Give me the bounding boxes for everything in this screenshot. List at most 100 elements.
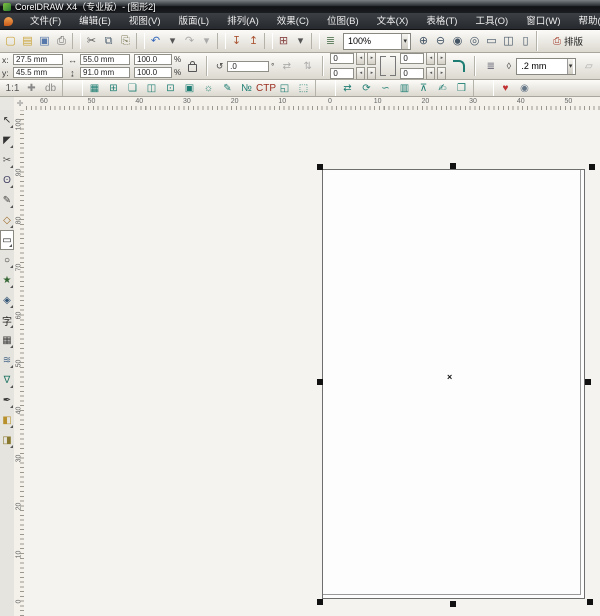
rotation-field[interactable]: .0 bbox=[227, 61, 269, 72]
redo-icon[interactable]: ↷ bbox=[181, 31, 198, 51]
align-icon[interactable]: ⊼ bbox=[414, 81, 433, 96]
launcher-dropdown-icon[interactable]: ▾ bbox=[292, 31, 309, 51]
pick-tool[interactable]: ↖ bbox=[0, 110, 14, 130]
numbering-icon[interactable]: № bbox=[237, 81, 256, 96]
spin-down-icon[interactable]: ▸ bbox=[367, 67, 376, 80]
sign-icon[interactable]: ✍ bbox=[433, 81, 452, 96]
ruler-origin-icon[interactable]: ✛ bbox=[14, 97, 26, 111]
spin-up-icon[interactable]: ◂ bbox=[356, 67, 365, 80]
mirror-vertical-button[interactable]: ⇅ bbox=[299, 58, 316, 75]
ellipse-tool[interactable]: ○ bbox=[0, 250, 14, 270]
page-rectangle[interactable] bbox=[322, 169, 585, 599]
rotate-icon[interactable]: ⟳ bbox=[357, 81, 376, 96]
fill-tool[interactable]: ◧ bbox=[0, 410, 14, 430]
smart-fill-tool[interactable]: ◇ bbox=[0, 210, 14, 230]
object-width-field[interactable]: 55.0 mm bbox=[80, 54, 130, 65]
export-icon[interactable]: ↥ bbox=[245, 31, 262, 51]
table-tool[interactable]: ▦ bbox=[0, 330, 14, 350]
redo-dropdown-icon[interactable]: ▾ bbox=[198, 31, 215, 51]
menu-item[interactable]: 文本(X) bbox=[368, 13, 418, 30]
chevron-down-icon[interactable]: ▾ bbox=[567, 59, 574, 74]
selection-handle-middle-right[interactable] bbox=[585, 379, 591, 385]
selection-handle-top-left[interactable] bbox=[317, 164, 323, 170]
panel-icon[interactable]: ▥ bbox=[395, 81, 414, 96]
batch-icon[interactable]: ⊡ bbox=[161, 81, 180, 96]
menu-item[interactable]: 版面(L) bbox=[169, 13, 218, 30]
split-page-icon[interactable]: ◫ bbox=[142, 81, 161, 96]
grid-maker-icon[interactable]: ▦ bbox=[85, 81, 104, 96]
new-document-icon[interactable]: ▢ bbox=[2, 31, 19, 51]
undo-dropdown-icon[interactable]: ▾ bbox=[164, 31, 181, 51]
mirror-pair-icon[interactable]: db bbox=[41, 81, 60, 96]
interactive-fill-tool[interactable]: ◨ bbox=[0, 430, 14, 450]
corner-radius-br-field[interactable]: 0 bbox=[400, 68, 424, 79]
selection-handle-top-center[interactable] bbox=[450, 163, 456, 169]
y-position-field[interactable]: 45.5 mm bbox=[13, 67, 63, 78]
paste-icon[interactable]: ⎘ bbox=[117, 31, 134, 51]
menu-item[interactable]: 排列(A) bbox=[218, 13, 268, 30]
welcome-screen-icon[interactable]: ≣ bbox=[322, 31, 339, 51]
menu-item[interactable]: 窗口(W) bbox=[517, 13, 569, 30]
spin-up-icon[interactable]: ◂ bbox=[426, 52, 435, 65]
menu-item[interactable]: 编辑(E) bbox=[70, 13, 120, 30]
corner-radius-tr-field[interactable]: 0 bbox=[400, 53, 424, 64]
chevron-down-icon[interactable]: ▾ bbox=[401, 34, 408, 49]
canvas[interactable]: × bbox=[24, 110, 600, 616]
menu-item[interactable]: 位图(B) bbox=[318, 13, 368, 30]
selection-handle-bottom-left[interactable] bbox=[317, 599, 323, 605]
rectangle-tool[interactable]: ▭ bbox=[0, 230, 14, 250]
corner-radius-tl-field[interactable]: 0 bbox=[330, 53, 354, 64]
selection-handle-top-right[interactable] bbox=[589, 164, 595, 170]
zoom-all-objects-icon[interactable]: ◎ bbox=[466, 31, 483, 51]
zoom-1-1-icon[interactable]: 1:1 bbox=[3, 81, 22, 96]
shape-tool[interactable]: ◤ bbox=[0, 130, 14, 150]
menu-item[interactable]: 视图(V) bbox=[120, 13, 170, 30]
ctp-icon[interactable]: CTP bbox=[256, 81, 275, 96]
freehand-tool[interactable]: ✎ bbox=[0, 190, 14, 210]
about-icon[interactable]: ◉ bbox=[515, 81, 534, 96]
open-icon[interactable]: ▤ bbox=[19, 31, 36, 51]
to-front-button[interactable]: ▱ bbox=[580, 58, 597, 75]
polygon-tool[interactable]: ★ bbox=[0, 270, 14, 290]
x-position-field[interactable]: 27.5 mm bbox=[13, 54, 63, 65]
zoom-level-combo[interactable]: 100% ▾ bbox=[343, 33, 411, 50]
interactive-blend-tool[interactable]: ≋ bbox=[0, 350, 14, 370]
mirror-horizontal-button[interactable]: ⇄ bbox=[278, 58, 295, 75]
menu-item[interactable]: 文件(F) bbox=[21, 13, 70, 30]
selection-handle-bottom-center[interactable] bbox=[450, 601, 456, 607]
zoom-page-height-icon[interactable]: ▯ bbox=[517, 31, 534, 51]
eyedropper-tool[interactable]: ∇ bbox=[0, 370, 14, 390]
copy2-icon[interactable]: ❒ bbox=[452, 81, 471, 96]
spin-down-icon[interactable]: ▸ bbox=[367, 52, 376, 65]
object-height-field[interactable]: 91.0 mm bbox=[80, 67, 130, 78]
application-launcher-icon[interactable]: ⊞ bbox=[275, 31, 292, 51]
spin-down-icon[interactable]: ▸ bbox=[437, 52, 446, 65]
hand-tool-icon[interactable]: ✚ bbox=[22, 81, 41, 96]
menu-item[interactable]: 帮助(H) bbox=[569, 13, 600, 30]
undo-icon[interactable]: ↶ bbox=[147, 31, 164, 51]
scale-x-field[interactable]: 100.0 bbox=[134, 54, 172, 65]
copy-icon[interactable]: ⧉ bbox=[100, 31, 117, 51]
copy-page-icon[interactable]: ❏ bbox=[123, 81, 142, 96]
zoom-selected-icon[interactable]: ◉ bbox=[449, 31, 466, 51]
selection-handle-bottom-right[interactable] bbox=[587, 599, 593, 605]
spin-down-icon[interactable]: ▸ bbox=[437, 67, 446, 80]
menu-item[interactable]: 效果(C) bbox=[268, 13, 318, 30]
horizontal-ruler[interactable]: 60504030201001020304050 bbox=[26, 97, 600, 111]
selection-handle-middle-left[interactable] bbox=[317, 379, 323, 385]
imposition-button[interactable]: ⎙ 排版 bbox=[546, 32, 590, 50]
zoom-in-icon[interactable]: ⊕ bbox=[415, 31, 432, 51]
menu-item[interactable]: 工具(O) bbox=[466, 13, 517, 30]
zoom-page-icon[interactable]: ▭ bbox=[483, 31, 500, 51]
menu-item[interactable]: 表格(T) bbox=[417, 13, 466, 30]
frame-icon[interactable]: ▣ bbox=[180, 81, 199, 96]
scale-y-field[interactable]: 100.0 bbox=[134, 67, 172, 78]
save-icon[interactable]: ▣ bbox=[36, 31, 53, 51]
document-menu-icon[interactable] bbox=[4, 17, 13, 26]
import-icon[interactable]: ↧ bbox=[228, 31, 245, 51]
lock-ratio-icon[interactable] bbox=[188, 64, 197, 72]
round-corners-button[interactable] bbox=[453, 60, 465, 72]
zoom-out-icon[interactable]: ⊖ bbox=[432, 31, 449, 51]
bleed-icon[interactable]: ⬚ bbox=[294, 81, 313, 96]
cut-icon[interactable]: ✂ bbox=[83, 31, 100, 51]
